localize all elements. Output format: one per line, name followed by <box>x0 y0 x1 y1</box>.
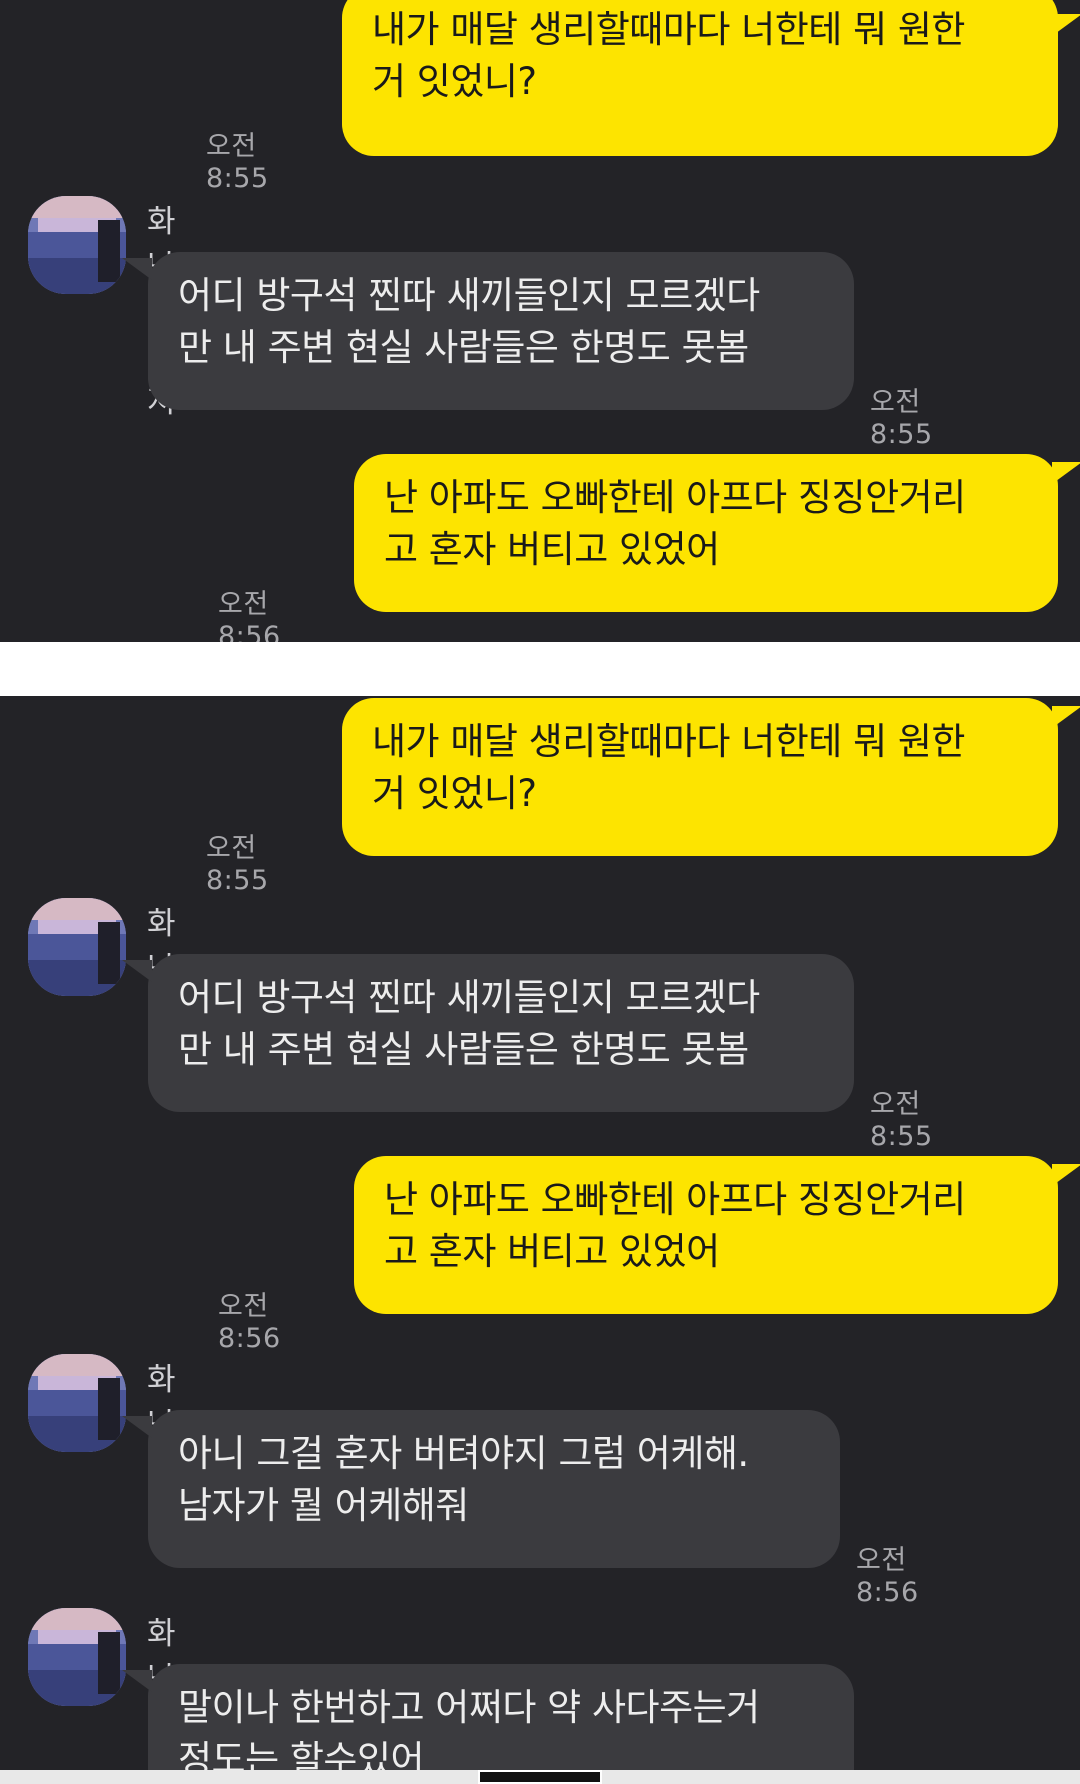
bubble-tail <box>122 1416 152 1438</box>
avatar-icon[interactable] <box>28 1354 126 1452</box>
received-bubble[interactable]: 아니 그걸 혼자 버텨야지 그럼 어케해. 남자가 뭘 어케해줘 <box>148 1410 840 1568</box>
chat-screenshot-2: 내가 매달 생리할때마다 너한테 뭐 원한 거 잇었니? 오전 8:55 화난 … <box>0 696 1080 1784</box>
avatar-icon[interactable] <box>28 196 126 294</box>
bubble-tail <box>1052 1164 1080 1186</box>
message-time: 오전 8:56 <box>856 1545 919 1608</box>
sent-bubble[interactable]: 내가 매달 생리할때마다 너한테 뭐 원한 거 잇었니? <box>342 698 1058 856</box>
bubble-tail <box>1052 462 1080 484</box>
sent-bubble[interactable]: 난 아파도 오빠한테 아프다 징징안거리 고 혼자 버티고 있었어 <box>354 454 1058 612</box>
received-bubble[interactable]: 어디 방구석 찐따 새끼들인지 모르겠다 만 내 주변 현실 사람들은 한명도 … <box>148 954 854 1112</box>
message-time: 오전 8:55 <box>206 833 269 896</box>
avatar-icon[interactable] <box>28 1608 126 1706</box>
home-indicator[interactable] <box>478 1770 602 1784</box>
sent-bubble[interactable]: 난 아파도 오빠한테 아프다 징징안거리 고 혼자 버티고 있었어 <box>354 1156 1058 1314</box>
message-time: 오전 8:56 <box>218 589 281 642</box>
bubble-tail <box>122 960 152 982</box>
bubble-tail <box>122 1670 152 1692</box>
bubble-tail <box>1052 14 1080 36</box>
message-time: 오전 8:56 <box>218 1291 281 1354</box>
navigation-bar <box>0 1770 1080 1784</box>
avatar-icon[interactable] <box>28 898 126 996</box>
chat-screenshot-1: 내가 매달 생리할때마다 너한테 뭐 원한 거 잇었니? 오전 8:55 화난 … <box>0 0 1080 642</box>
message-time: 오전 8:55 <box>206 131 269 194</box>
bubble-tail <box>1052 706 1080 728</box>
bubble-tail <box>122 258 152 280</box>
received-bubble[interactable]: 어디 방구석 찐따 새끼들인지 모르겠다 만 내 주변 현실 사람들은 한명도 … <box>148 252 854 410</box>
received-bubble[interactable]: 말이나 한번하고 어쩌다 약 사다주는거 정도는 할수있어 <box>148 1664 854 1784</box>
message-time: 오전 8:55 <box>870 1089 933 1152</box>
sent-bubble[interactable]: 내가 매달 생리할때마다 너한테 뭐 원한 거 잇었니? <box>342 0 1058 156</box>
message-time: 오전 8:55 <box>870 387 933 450</box>
